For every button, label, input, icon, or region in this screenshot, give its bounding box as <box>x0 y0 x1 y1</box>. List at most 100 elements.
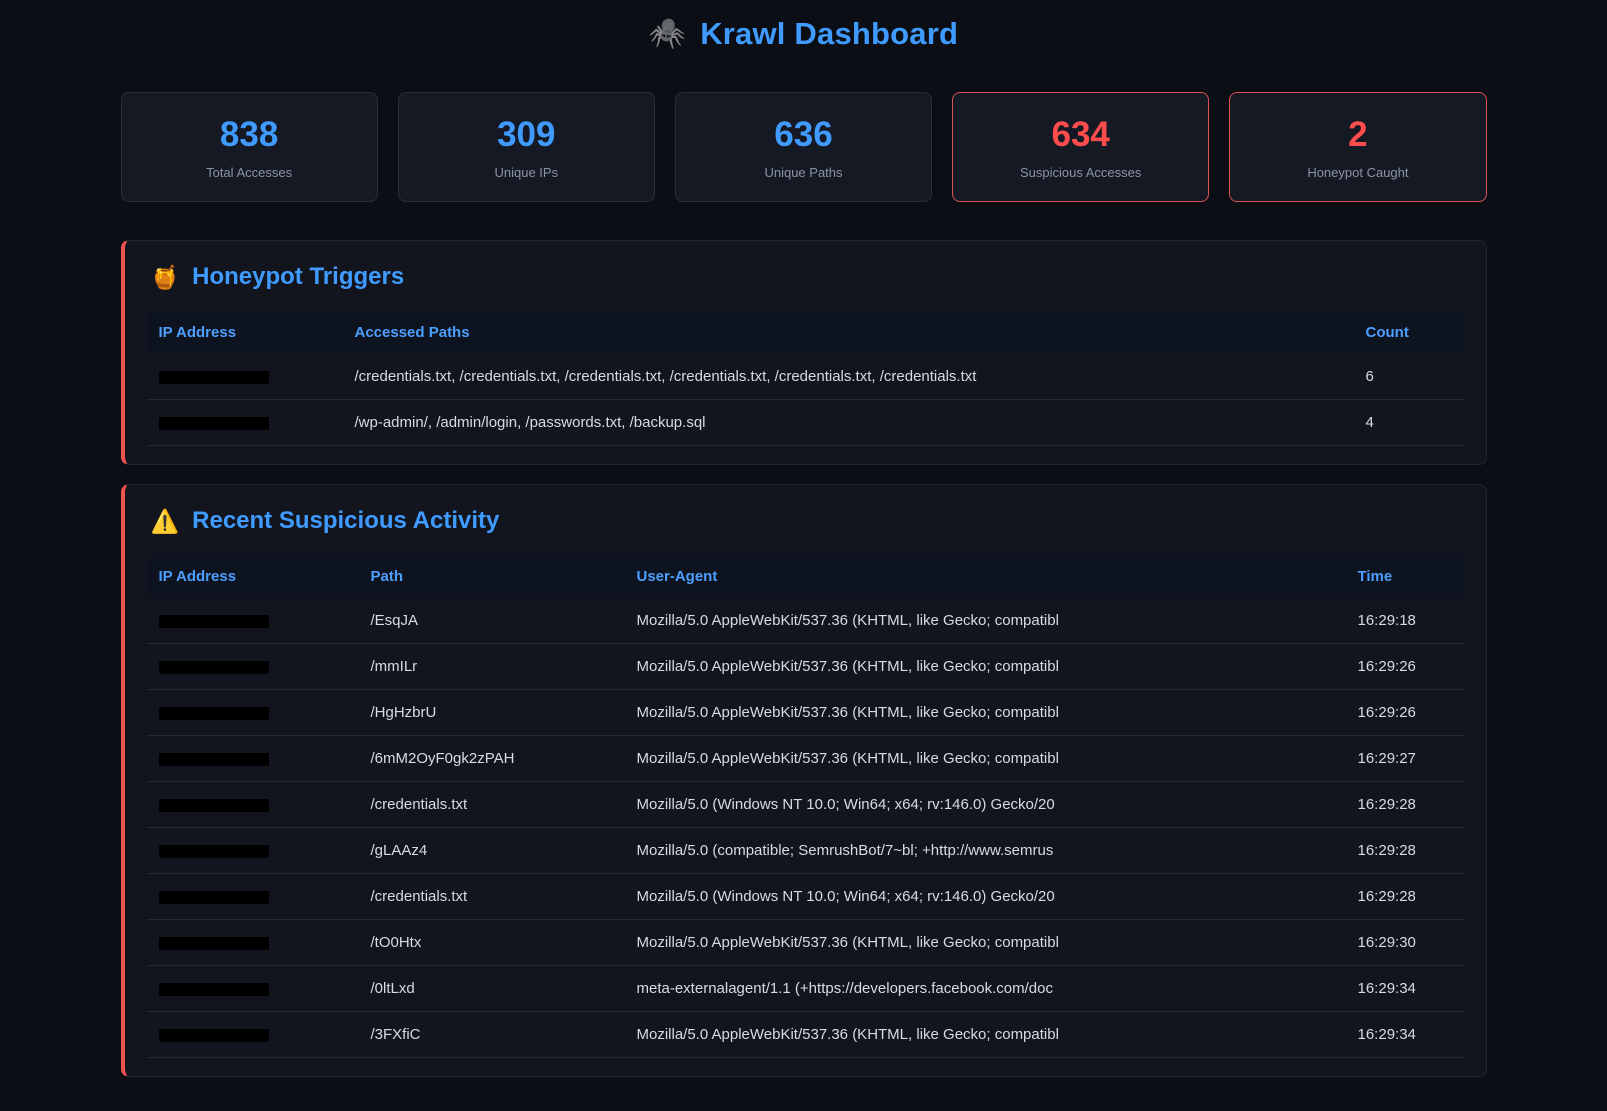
time-cell: 16:29:28 <box>1346 828 1464 874</box>
stat-card-suspicious-accesses: 634 Suspicious Accesses <box>952 92 1209 202</box>
table-row: /wp-admin/, /admin/login, /passwords.txt… <box>147 400 1464 446</box>
column-header-count: Count <box>1354 311 1464 354</box>
ip-cell <box>147 1012 359 1058</box>
path-cell: /tO0Htx <box>359 920 625 966</box>
suspicious-title-text: Recent Suspicious Activity <box>192 507 499 535</box>
stat-label: Suspicious Accesses <box>1020 165 1141 180</box>
stat-value: 634 <box>1052 115 1110 155</box>
stat-label: Total Accesses <box>206 165 292 180</box>
honeypot-icon: 🍯 <box>151 266 180 289</box>
table-row: /EsqJAMozilla/5.0 AppleWebKit/537.36 (KH… <box>147 598 1464 644</box>
table-row: /gLAAz4Mozilla/5.0 (compatible; SemrushB… <box>147 828 1464 874</box>
redacted-ip <box>159 1029 269 1042</box>
user-agent-cell: Mozilla/5.0 (compatible; SemrushBot/7~bl… <box>625 828 1346 874</box>
table-header-row: IP Address Path User-Agent Time <box>147 555 1464 598</box>
ip-cell <box>147 354 343 400</box>
user-agent-cell: Mozilla/5.0 (Windows NT 10.0; Win64; x64… <box>625 782 1346 828</box>
ip-cell <box>147 966 359 1012</box>
time-cell: 16:29:28 <box>1346 782 1464 828</box>
ip-cell <box>147 920 359 966</box>
ip-cell <box>147 736 359 782</box>
stat-value: 838 <box>220 115 278 155</box>
page-title: Krawl Dashboard <box>700 16 958 52</box>
user-agent-cell: Mozilla/5.0 AppleWebKit/537.36 (KHTML, l… <box>625 644 1346 690</box>
stat-card-honeypot-caught: 2 Honeypot Caught <box>1229 92 1486 202</box>
redacted-ip <box>159 799 269 812</box>
user-agent-cell: Mozilla/5.0 AppleWebKit/537.36 (KHTML, l… <box>625 598 1346 644</box>
dashboard: 🕷️ Krawl Dashboard 838 Total Accesses 30… <box>121 0 1487 1077</box>
ip-cell <box>147 874 359 920</box>
column-header-time: Time <box>1346 555 1464 598</box>
table-row: /3FXfiCMozilla/5.0 AppleWebKit/537.36 (K… <box>147 1012 1464 1058</box>
count-cell: 4 <box>1354 400 1464 446</box>
redacted-ip <box>159 615 269 628</box>
table-row: /credentials.txtMozilla/5.0 (Windows NT … <box>147 874 1464 920</box>
time-cell: 16:29:28 <box>1346 874 1464 920</box>
suspicious-activity-section: ⚠️ Recent Suspicious Activity IP Address… <box>121 484 1487 1077</box>
table-row: /mmILrMozilla/5.0 AppleWebKit/537.36 (KH… <box>147 644 1464 690</box>
ip-cell <box>147 598 359 644</box>
time-cell: 16:29:34 <box>1346 1012 1464 1058</box>
ip-cell <box>147 644 359 690</box>
user-agent-cell: Mozilla/5.0 (Windows NT 10.0; Win64; x64… <box>625 874 1346 920</box>
suspicious-table: IP Address Path User-Agent Time /EsqJAMo… <box>147 555 1464 1058</box>
redacted-ip <box>159 845 269 858</box>
time-cell: 16:29:26 <box>1346 690 1464 736</box>
user-agent-cell: Mozilla/5.0 AppleWebKit/537.36 (KHTML, l… <box>625 736 1346 782</box>
redacted-ip <box>159 937 269 950</box>
ip-cell <box>147 828 359 874</box>
table-row: /6mM2OyF0gk2zPAHMozilla/5.0 AppleWebKit/… <box>147 736 1464 782</box>
user-agent-cell: meta-externalagent/1.1 (+https://develop… <box>625 966 1346 1012</box>
path-cell: /gLAAz4 <box>359 828 625 874</box>
stat-label: Honeypot Caught <box>1307 165 1408 180</box>
spider-icon: 🕷️ <box>649 19 686 49</box>
ip-cell <box>147 690 359 736</box>
path-cell: /HgHzbrU <box>359 690 625 736</box>
time-cell: 16:29:27 <box>1346 736 1464 782</box>
ip-cell <box>147 400 343 446</box>
suspicious-tbody: /EsqJAMozilla/5.0 AppleWebKit/537.36 (KH… <box>147 598 1464 1058</box>
redacted-ip <box>159 753 269 766</box>
path-cell: /3FXfiC <box>359 1012 625 1058</box>
redacted-ip <box>159 417 269 430</box>
redacted-ip <box>159 891 269 904</box>
accessed-paths-cell: /credentials.txt, /credentials.txt, /cre… <box>343 354 1354 400</box>
stat-value: 309 <box>497 115 555 155</box>
column-header-ip: IP Address <box>147 311 343 354</box>
table-row: /credentials.txt, /credentials.txt, /cre… <box>147 354 1464 400</box>
honeypot-title-text: Honeypot Triggers <box>192 263 404 291</box>
column-header-accessed-paths: Accessed Paths <box>343 311 1354 354</box>
column-header-path: Path <box>359 555 625 598</box>
ip-cell <box>147 782 359 828</box>
warning-icon: ⚠️ <box>151 510 180 533</box>
count-cell: 6 <box>1354 354 1464 400</box>
stat-value: 2 <box>1348 115 1367 155</box>
user-agent-cell: Mozilla/5.0 AppleWebKit/537.36 (KHTML, l… <box>625 690 1346 736</box>
table-header-row: IP Address Accessed Paths Count <box>147 311 1464 354</box>
stat-card-total-accesses: 838 Total Accesses <box>121 92 378 202</box>
header: 🕷️ Krawl Dashboard <box>121 0 1487 92</box>
stats-row: 838 Total Accesses 309 Unique IPs 636 Un… <box>121 92 1487 202</box>
redacted-ip <box>159 661 269 674</box>
time-cell: 16:29:30 <box>1346 920 1464 966</box>
path-cell: /6mM2OyF0gk2zPAH <box>359 736 625 782</box>
user-agent-cell: Mozilla/5.0 AppleWebKit/537.36 (KHTML, l… <box>625 920 1346 966</box>
stat-label: Unique Paths <box>764 165 842 180</box>
redacted-ip <box>159 983 269 996</box>
column-header-ip: IP Address <box>147 555 359 598</box>
stat-card-unique-ips: 309 Unique IPs <box>398 92 655 202</box>
time-cell: 16:29:34 <box>1346 966 1464 1012</box>
table-row: /credentials.txtMozilla/5.0 (Windows NT … <box>147 782 1464 828</box>
stat-card-unique-paths: 636 Unique Paths <box>675 92 932 202</box>
path-cell: /credentials.txt <box>359 782 625 828</box>
honeypot-triggers-section: 🍯 Honeypot Triggers IP Address Accessed … <box>121 240 1487 465</box>
table-row: /HgHzbrUMozilla/5.0 AppleWebKit/537.36 (… <box>147 690 1464 736</box>
stat-value: 636 <box>774 115 832 155</box>
honeypot-table: IP Address Accessed Paths Count /credent… <box>147 311 1464 446</box>
stat-label: Unique IPs <box>495 165 559 180</box>
accessed-paths-cell: /wp-admin/, /admin/login, /passwords.txt… <box>343 400 1354 446</box>
table-row: /tO0HtxMozilla/5.0 AppleWebKit/537.36 (K… <box>147 920 1464 966</box>
column-header-user-agent: User-Agent <box>625 555 1346 598</box>
path-cell: /mmILr <box>359 644 625 690</box>
time-cell: 16:29:26 <box>1346 644 1464 690</box>
